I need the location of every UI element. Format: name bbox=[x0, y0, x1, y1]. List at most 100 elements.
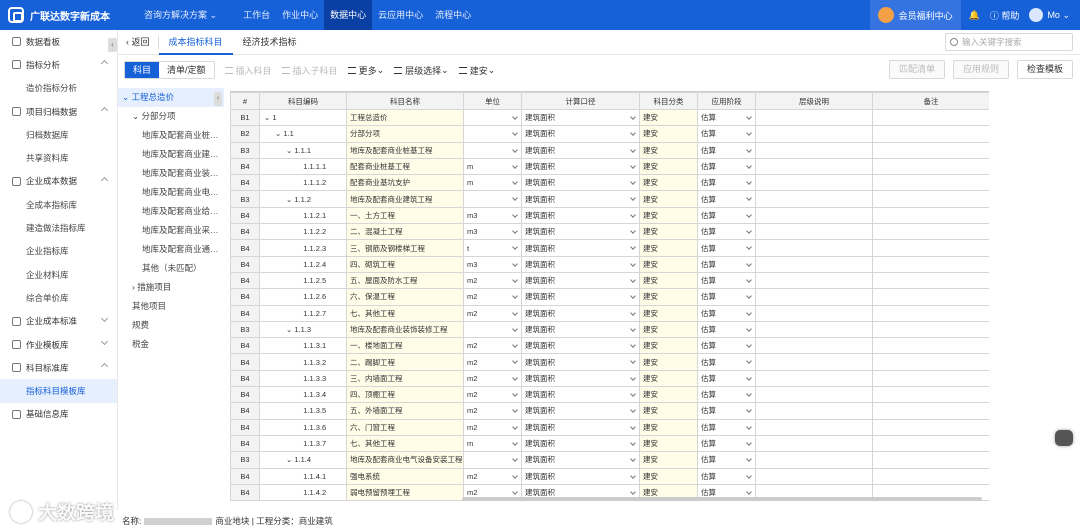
stage-select[interactable]: 估算 bbox=[697, 223, 756, 241]
subject-name-cell[interactable]: 配套商业桩基工程 bbox=[346, 157, 464, 176]
unit-select[interactable] bbox=[463, 125, 522, 143]
sidebar-subitem[interactable]: 归档数据库 bbox=[0, 123, 117, 146]
level-note-cell[interactable] bbox=[755, 467, 873, 485]
sidebar-group[interactable]: 作业模板库 bbox=[0, 333, 117, 356]
unit-select[interactable] bbox=[463, 190, 522, 208]
subject-code-cell[interactable]: 1.1.3.1 bbox=[259, 337, 347, 355]
subject-name-cell[interactable]: 六、门窗工程 bbox=[346, 418, 464, 436]
table-row[interactable]: B4 1.1.3.5 五、外墙面工程 m2 建筑面积 建安 估算 bbox=[230, 402, 989, 420]
tree-node[interactable]: 其他项目 bbox=[118, 297, 224, 316]
subject-category-cell[interactable]: 建安 bbox=[639, 418, 698, 436]
tree-node[interactable]: 地库及配套商业采暖... bbox=[118, 221, 224, 240]
calc-basis-select[interactable]: 建筑面积 bbox=[521, 157, 640, 176]
calc-basis-select[interactable]: 建筑面积 bbox=[521, 369, 640, 388]
sidebar-group[interactable]: 数据看板 bbox=[0, 30, 117, 53]
table-row[interactable]: B4 1.1.2.5 五、屋面及防水工程 m2 建筑面积 建安 估算 bbox=[230, 271, 989, 290]
calc-basis-select[interactable]: 建筑面积 bbox=[521, 141, 640, 159]
solutions-menu[interactable]: 咨询方解决方案 ⌄ bbox=[138, 0, 223, 30]
subject-code-cell[interactable]: 1.1.4.1 bbox=[259, 467, 347, 485]
unit-select[interactable]: m2 bbox=[463, 467, 522, 485]
remark-cell[interactable] bbox=[872, 288, 989, 306]
level-note-cell[interactable] bbox=[755, 190, 873, 208]
table-row[interactable]: B4 1.1.3.4 四、顶棚工程 m2 建筑面积 建安 估算 bbox=[230, 386, 989, 404]
table-row[interactable]: B3 ⌄ 1.1.2 地库及配套商业建筑工程 建筑面积 建安 估算 bbox=[230, 190, 989, 208]
level-note-cell[interactable] bbox=[755, 386, 873, 404]
subject-name-cell[interactable]: 六、保温工程 bbox=[346, 288, 464, 306]
topnav-item[interactable]: 数据中心 bbox=[324, 0, 373, 30]
sidebar-collapse-button[interactable]: ‹ bbox=[108, 38, 117, 52]
stage-select[interactable]: 估算 bbox=[697, 125, 756, 143]
topnav-item[interactable]: 流程中心 bbox=[429, 0, 477, 30]
tree-node[interactable]: 税金 bbox=[118, 335, 224, 354]
subject-name-cell[interactable]: 地库及配套商业装饰装修工程 bbox=[346, 320, 464, 339]
table-row[interactable]: B4 1.1.3.1 一、楼地面工程 m2 建筑面积 建安 估算 bbox=[230, 337, 989, 355]
sidebar-group[interactable]: 企业成本数据 bbox=[0, 170, 117, 193]
remark-cell[interactable] bbox=[872, 239, 989, 257]
subject-category-cell[interactable]: 建安 bbox=[639, 141, 698, 159]
unit-select[interactable]: m bbox=[463, 157, 522, 176]
subject-code-cell[interactable]: 1.1.2.2 bbox=[259, 223, 347, 241]
calc-basis-select[interactable]: 建筑面积 bbox=[521, 108, 640, 127]
calc-basis-select[interactable]: 建筑面积 bbox=[521, 239, 640, 257]
table-row[interactable]: B3 ⌄ 1.1.1 地库及配套商业桩基工程 建筑面积 建安 估算 bbox=[230, 141, 989, 159]
table-row[interactable]: B4 1.1.1.1 配套商业桩基工程 m 建筑面积 建安 估算 bbox=[230, 157, 989, 176]
sidebar-group[interactable]: 基础信息库 bbox=[0, 403, 117, 426]
subject-code-cell[interactable]: 1.1.3.3 bbox=[259, 369, 347, 388]
stage-select[interactable]: 估算 bbox=[697, 320, 756, 339]
subject-category-cell[interactable]: 建安 bbox=[639, 467, 698, 485]
subject-category-cell[interactable]: 建安 bbox=[639, 402, 698, 420]
tree-node[interactable]: ⌄ 工程总造价 bbox=[118, 88, 224, 107]
level-note-cell[interactable] bbox=[755, 320, 873, 339]
remark-cell[interactable] bbox=[872, 451, 989, 469]
unit-select[interactable]: m bbox=[463, 174, 522, 192]
stage-select[interactable]: 估算 bbox=[697, 337, 756, 355]
calc-basis-select[interactable]: 建筑面积 bbox=[521, 174, 640, 192]
level-note-cell[interactable] bbox=[755, 402, 873, 420]
help-button[interactable]: ⓘ 帮助 bbox=[990, 9, 1020, 22]
remark-cell[interactable] bbox=[872, 337, 989, 355]
level-note-cell[interactable] bbox=[755, 157, 873, 176]
subject-code-cell[interactable]: ⌄ 1.1 bbox=[259, 125, 347, 143]
subject-name-cell[interactable]: 地库及配套商业建筑工程 bbox=[346, 190, 464, 208]
sidebar-subitem[interactable]: 企业指标库 bbox=[0, 240, 117, 263]
subject-code-cell[interactable]: ⌄ 1 bbox=[259, 108, 347, 127]
table-row[interactable]: B4 1.1.2.1 一、土方工程 m3 建筑面积 建安 估算 bbox=[230, 206, 989, 225]
remark-cell[interactable] bbox=[872, 255, 989, 273]
subject-name-cell[interactable]: 地库及配套商业桩基工程 bbox=[346, 141, 464, 159]
remark-cell[interactable] bbox=[872, 434, 989, 453]
subject-category-cell[interactable]: 建安 bbox=[639, 108, 698, 127]
calc-basis-select[interactable]: 建筑面积 bbox=[521, 434, 640, 453]
remark-cell[interactable] bbox=[872, 386, 989, 404]
tree-node[interactable]: 地库及配套商业桩基... bbox=[118, 126, 224, 145]
subject-name-cell[interactable]: 四、砌筑工程 bbox=[346, 255, 464, 273]
remark-cell[interactable] bbox=[872, 271, 989, 290]
subject-name-cell[interactable]: 二、混凝土工程 bbox=[346, 223, 464, 241]
level-note-cell[interactable] bbox=[755, 141, 873, 159]
tree-node[interactable]: ⌄ 分部分项 bbox=[118, 107, 224, 126]
subject-code-cell[interactable]: 1.1.3.4 bbox=[259, 386, 347, 404]
stage-select[interactable]: 估算 bbox=[697, 255, 756, 273]
calc-basis-select[interactable]: 建筑面积 bbox=[521, 206, 640, 225]
table-row[interactable]: B3 ⌄ 1.1.3 地库及配套商业装饰装修工程 建筑面积 建安 估算 bbox=[230, 320, 989, 339]
tab-item[interactable]: 经济技术指标 bbox=[233, 30, 307, 55]
assistant-float-icon[interactable] bbox=[1055, 430, 1073, 446]
remark-cell[interactable] bbox=[872, 141, 989, 159]
unit-select[interactable] bbox=[463, 108, 522, 127]
unit-select[interactable]: m2 bbox=[463, 288, 522, 306]
sidebar-subitem[interactable]: 指标科目模板库 bbox=[0, 379, 117, 403]
table-row[interactable]: B4 1.1.2.7 七、其他工程 m2 建筑面积 建安 估算 bbox=[230, 304, 989, 322]
subject-category-cell[interactable]: 建安 bbox=[639, 386, 698, 404]
subject-category-cell[interactable]: 建安 bbox=[639, 157, 698, 176]
tree-node[interactable]: 地库及配套商业装饰... bbox=[118, 164, 224, 183]
tree-node[interactable]: 其他（未匹配） bbox=[118, 259, 224, 278]
subject-code-cell[interactable]: 1.1.2.6 bbox=[259, 288, 347, 306]
unit-select[interactable]: m2 bbox=[463, 337, 522, 355]
remark-cell[interactable] bbox=[872, 369, 989, 388]
horizontal-scrollbar[interactable] bbox=[462, 497, 982, 501]
level-note-cell[interactable] bbox=[755, 271, 873, 290]
stage-select[interactable]: 估算 bbox=[697, 434, 756, 453]
toolbar-button[interactable]: 插入子科目 bbox=[281, 64, 338, 77]
table-row[interactable]: B4 1.1.3.6 六、门窗工程 m2 建筑面积 建安 估算 bbox=[230, 418, 989, 436]
remark-cell[interactable] bbox=[872, 223, 989, 241]
subject-code-cell[interactable]: ⌄ 1.1.1 bbox=[259, 141, 347, 159]
